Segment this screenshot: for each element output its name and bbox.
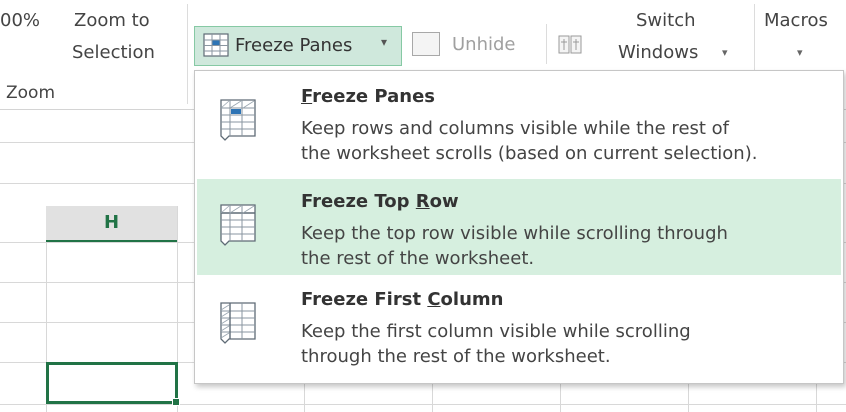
active-cell[interactable]: [46, 362, 178, 404]
menu-item-title: Freeze Panes: [301, 86, 435, 107]
macros-button[interactable]: Macros: [764, 10, 828, 32]
freeze-panes-icon: [203, 33, 229, 57]
menu-item-title: Freeze First Column: [301, 289, 504, 310]
column-header-label: H: [103, 212, 120, 233]
zoom-to-selection-label-1[interactable]: Zoom to: [74, 10, 150, 32]
zoom-to-selection-label-2[interactable]: Selection: [72, 42, 155, 64]
unhide-label: Unhide: [452, 34, 516, 55]
chevron-down-icon[interactable]: ▾: [797, 46, 803, 59]
fill-handle[interactable]: [172, 398, 180, 406]
switch-windows-label-2[interactable]: Windows: [618, 42, 698, 64]
access-key: F: [301, 86, 313, 107]
column-header-h[interactable]: H: [46, 206, 177, 242]
zoom-100-button[interactable]: 00%: [0, 10, 40, 32]
chevron-down-icon[interactable]: ▾: [722, 46, 728, 59]
switch-windows-label-1[interactable]: Switch: [636, 10, 696, 32]
freeze-panes-dropdown: Freeze Panes Keep rows and columns visib…: [194, 70, 844, 384]
row-gridline: [0, 404, 846, 405]
group-separator: [546, 24, 547, 64]
zoom-group-label: Zoom: [6, 83, 56, 103]
menu-item-freeze-top-row[interactable]: Freeze Top Row Keep the top row visible …: [197, 179, 841, 275]
menu-item-description: Keep the first column visible while scro…: [301, 321, 691, 367]
group-separator: [187, 4, 188, 104]
unhide-icon: [412, 32, 440, 56]
freeze-top-row-icon: [220, 204, 256, 246]
menu-item-title: Freeze Top Row: [301, 191, 459, 212]
menu-item-freeze-panes[interactable]: Freeze Panes Keep rows and columns visib…: [197, 74, 841, 170]
menu-item-description: Keep rows and columns visible while the …: [301, 118, 758, 164]
unhide-button[interactable]: Unhide: [412, 30, 538, 64]
access-key: R: [415, 191, 430, 212]
access-key: C: [427, 289, 441, 310]
freeze-panes-label: Freeze Panes: [235, 35, 353, 56]
chevron-down-icon: ▾: [381, 35, 388, 49]
freeze-panes-grid-icon: [220, 99, 256, 141]
view-side-by-side-icon[interactable]: [558, 34, 582, 56]
freeze-panes-button[interactable]: Freeze Panes ▾: [194, 26, 402, 66]
menu-item-description: Keep the top row visible while scrolling…: [301, 223, 728, 269]
freeze-first-column-icon: [220, 302, 256, 344]
menu-item-freeze-first-column[interactable]: Freeze First Column Keep the first colum…: [197, 277, 841, 373]
